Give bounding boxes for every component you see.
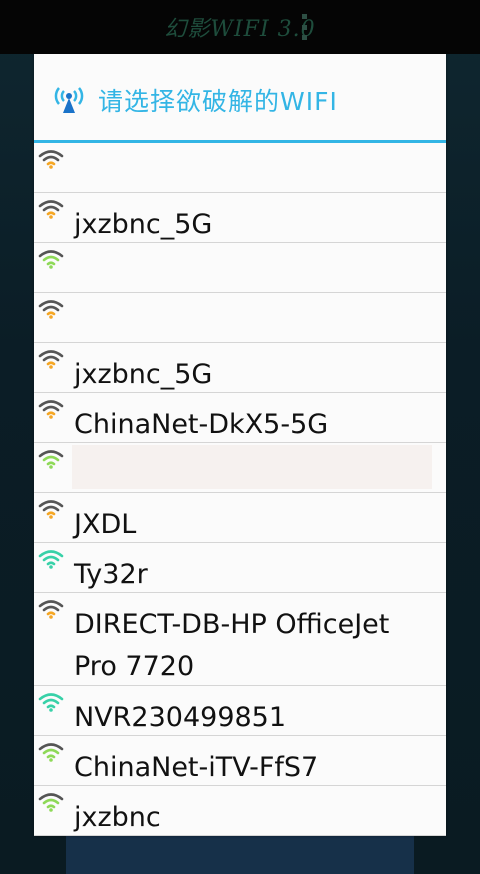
- app-title-bar: 幻影WIFI 3.0: [0, 0, 480, 54]
- wifi-list-item[interactable]: jxzbnc_5G: [34, 193, 446, 243]
- antenna-icon: [54, 87, 84, 113]
- selected-highlight: [72, 445, 432, 489]
- wifi-signal-icon: [38, 200, 64, 219]
- wifi-signal-icon: [38, 550, 64, 569]
- wifi-ssid: ChinaNet-DkX5-5G: [74, 409, 329, 440]
- wifi-ssid: jxzbnc: [74, 802, 161, 833]
- wifi-signal-icon: [38, 150, 64, 169]
- wifi-list-item[interactable]: jxzbnc: [34, 786, 446, 836]
- wifi-signal-icon: [38, 600, 64, 619]
- wifi-list-item[interactable]: [34, 293, 446, 343]
- dialog-title: 请选择欲破解的WIFI: [98, 87, 338, 116]
- wifi-list-item[interactable]: [34, 143, 446, 193]
- wifi-ssid: jxzbnc_5G: [74, 359, 213, 390]
- wifi-list-item[interactable]: jxzbnc_5G: [34, 343, 446, 393]
- wifi-signal-icon: [38, 793, 64, 812]
- wifi-select-dialog: 请选择欲破解的WIFI jxzbnc_5G jxzbnc_5G ChinaNet-D…: [34, 54, 446, 836]
- wifi-list-item[interactable]: JXDL: [34, 493, 446, 543]
- wifi-list-item[interactable]: DIRECT-DB-HP OfficeJet Pro 7720: [34, 593, 446, 686]
- wifi-list-item[interactable]: [34, 443, 446, 493]
- dialog-header: 请选择欲破解的WIFI: [34, 54, 446, 143]
- overflow-menu-icon[interactable]: [300, 14, 308, 40]
- wifi-list-item[interactable]: ChinaNet-iTV-FfS7: [34, 736, 446, 786]
- wifi-signal-icon: [38, 400, 64, 419]
- wifi-signal-icon: [38, 250, 64, 269]
- wifi-signal-icon: [38, 350, 64, 369]
- wifi-list-item[interactable]: [34, 243, 446, 293]
- wifi-list-item[interactable]: ChinaNet-DkX5-5G: [34, 393, 446, 443]
- app-title: 幻影WIFI 3.0: [164, 17, 316, 42]
- wifi-signal-icon: [38, 450, 64, 469]
- wifi-list-item[interactable]: Ty32r: [34, 543, 446, 593]
- wifi-signal-icon: [38, 693, 64, 712]
- wifi-ssid: DIRECT-DB-HP OfficeJet Pro 7720: [74, 609, 390, 682]
- wifi-ssid: JXDL: [74, 509, 137, 540]
- wifi-signal-icon: [38, 743, 64, 762]
- wifi-ssid: Ty32r: [74, 559, 148, 590]
- wifi-ssid: jxzbnc_5G: [74, 209, 213, 240]
- wifi-ssid: NVR230499851: [74, 702, 287, 733]
- wifi-ssid: ChinaNet-iTV-FfS7: [74, 752, 319, 783]
- wifi-signal-icon: [38, 300, 64, 319]
- wifi-list: jxzbnc_5G jxzbnc_5G ChinaNet-DkX5-5G JXDL Ty…: [34, 143, 446, 836]
- wifi-list-item[interactable]: NVR230499851: [34, 686, 446, 736]
- wifi-signal-icon: [38, 500, 64, 519]
- background-panel: [66, 836, 414, 874]
